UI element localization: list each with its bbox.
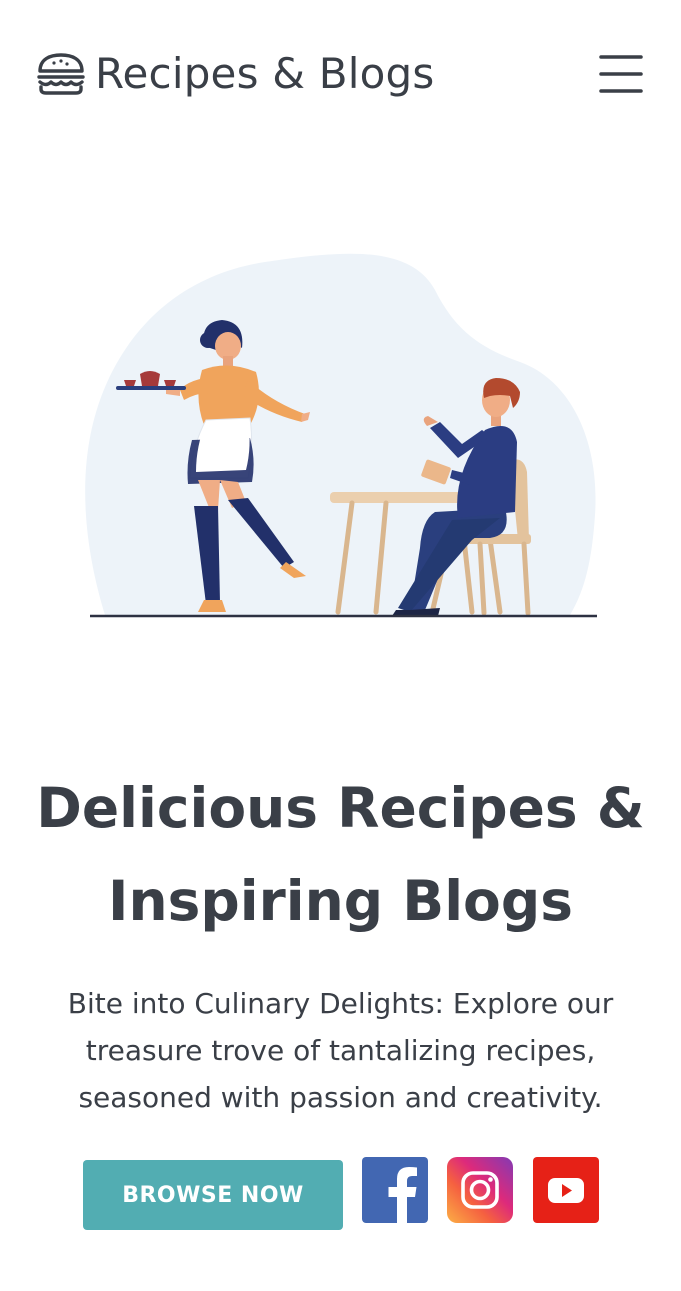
facebook-icon[interactable] bbox=[362, 1157, 428, 1223]
subtitle-line-1: Bite into Culinary Delights: Explore our bbox=[67, 987, 614, 1020]
hero-headline: Delicious Recipes & Inspiring Blogs bbox=[0, 762, 681, 948]
hero-illustration bbox=[80, 250, 605, 625]
burger-icon bbox=[36, 51, 86, 97]
headline-line-1: Delicious Recipes & bbox=[36, 776, 645, 840]
hero-subtitle: Bite into Culinary Delights: Explore our… bbox=[20, 980, 661, 1121]
subtitle-line-3: seasoned with passion and creativity. bbox=[78, 1081, 603, 1114]
brand-logo-link[interactable]: Recipes & Blogs bbox=[36, 48, 434, 100]
instagram-icon[interactable] bbox=[447, 1157, 513, 1223]
brand-name: Recipes & Blogs bbox=[95, 49, 435, 98]
hamburger-menu-icon[interactable] bbox=[596, 52, 646, 96]
site-header: Recipes & Blogs bbox=[0, 0, 681, 150]
headline-line-2: Inspiring Blogs bbox=[108, 869, 573, 933]
browse-now-button[interactable]: BROWSE NOW bbox=[83, 1160, 343, 1230]
youtube-icon[interactable] bbox=[533, 1157, 599, 1223]
subtitle-line-2: treasure trove of tantalizing recipes, bbox=[85, 1034, 596, 1067]
